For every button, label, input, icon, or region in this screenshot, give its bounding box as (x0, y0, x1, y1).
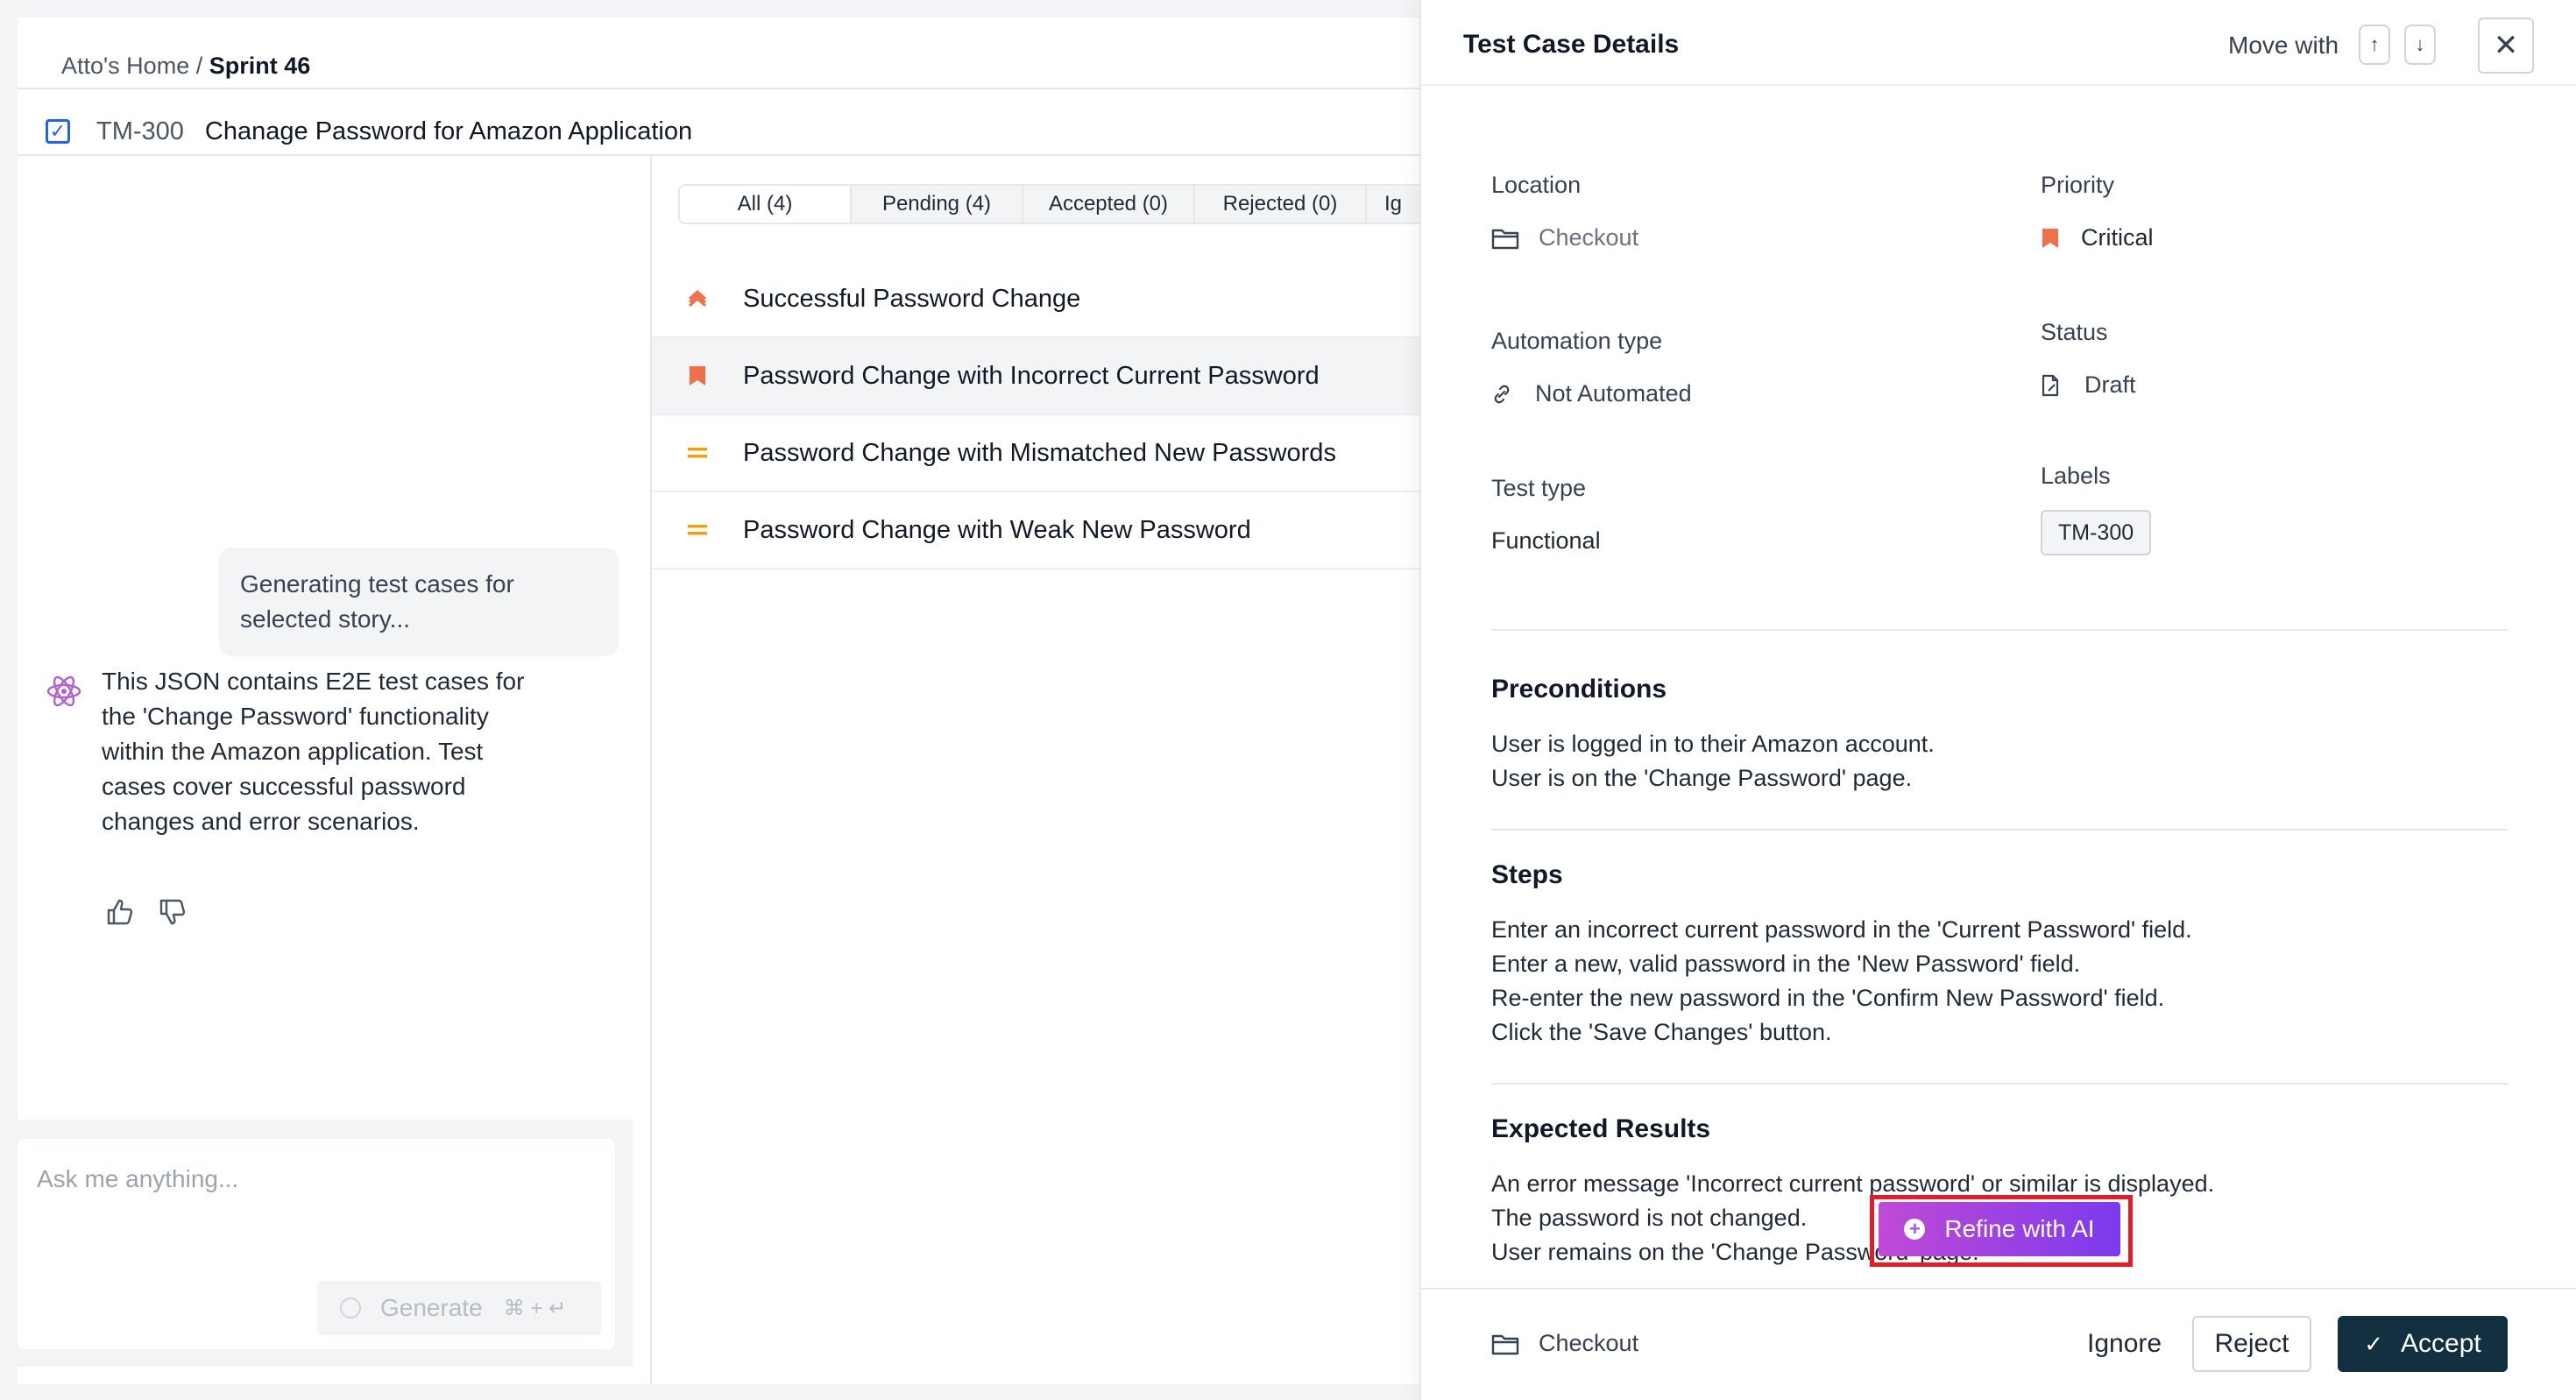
footer-location[interactable]: Checkout (1491, 1330, 1638, 1357)
location-label: Location (1491, 172, 1582, 198)
move-up-button[interactable]: ↑ (2359, 25, 2390, 65)
test-case-details-panel: Test Case Details Move with ↑ ↓ ✕ Locati… (1419, 0, 2576, 1400)
story-row: ✓ TM-300 Chanage Password for Amazon App… (46, 105, 692, 158)
bookmark-icon (685, 364, 710, 388)
section-divider (1491, 629, 2508, 631)
status-tabs: All (4) Pending (4) Accepted (0) Rejecte… (678, 184, 1439, 224)
step-line: Re-enter the new password in the 'Confir… (1491, 985, 2165, 1011)
panel-header-divider (1421, 84, 2576, 86)
precondition-line: User is on the 'Change Password' page. (1491, 765, 1913, 791)
test-type-value[interactable]: Functional (1491, 527, 1601, 555)
generate-icon (340, 1297, 361, 1319)
breadcrumb-separator: / (195, 53, 203, 79)
double-chevron-up-icon (685, 286, 710, 311)
precondition-line: User is logged in to their Amazon accoun… (1491, 731, 1935, 757)
accept-button[interactable]: ✓ Accept (2338, 1316, 2508, 1372)
test-case-title: Password Change with Mismatched New Pass… (743, 438, 1336, 467)
location-value[interactable]: Checkout (1491, 224, 1638, 251)
automation-type-text: Not Automated (1535, 380, 1692, 407)
automation-type-label: Automation type (1491, 328, 1663, 354)
bookmark-icon (2041, 226, 2062, 251)
generate-shortcut: ⌘ + ↵ (503, 1296, 567, 1320)
close-button[interactable]: ✕ (2478, 18, 2534, 74)
folder-icon (1491, 1332, 1519, 1356)
equals-icon (685, 441, 710, 465)
section-divider (1491, 829, 2508, 831)
footer-location-text: Checkout (1539, 1330, 1639, 1356)
ai-atom-icon (46, 675, 81, 707)
breadcrumb-current[interactable]: Sprint 46 (209, 53, 311, 79)
generate-button[interactable]: Generate ⌘ + ↵ (317, 1281, 601, 1335)
thumbs-down-icon[interactable] (158, 897, 188, 927)
step-line: Click the 'Save Changes' button. (1491, 1019, 1832, 1045)
thumbs-up-icon[interactable] (105, 897, 135, 927)
tab-all[interactable]: All (4) (680, 186, 852, 223)
status-text: Draft (2084, 371, 2136, 398)
chat-input-box[interactable]: Generate ⌘ + ↵ (18, 1139, 615, 1349)
location-text: Checkout (1539, 224, 1639, 251)
test-case-row[interactable]: Password Change with Mismatched New Pass… (652, 415, 1419, 492)
check-icon: ✓ (2364, 1330, 2384, 1357)
automation-type-value[interactable]: Not Automated (1491, 380, 1692, 407)
move-with-label: Move with (2228, 32, 2339, 59)
generate-label: Generate (380, 1294, 483, 1321)
folder-icon (1491, 226, 1519, 251)
move-down-button[interactable]: ↓ (2404, 25, 2436, 65)
steps-body: Enter an incorrect current password in t… (1491, 913, 2192, 1050)
priority-label: Priority (2041, 172, 2115, 198)
plus-circle-icon: + (1904, 1218, 1926, 1240)
test-case-row[interactable]: Password Change with Weak New Password (652, 492, 1419, 569)
chat-input[interactable] (37, 1165, 598, 1193)
chat-input-area: Generate ⌘ + ↵ (0, 1120, 633, 1367)
priority-text: Critical (2081, 224, 2154, 251)
arrow-up-icon: ↑ (2369, 33, 2380, 55)
tab-pending[interactable]: Pending (4) (852, 186, 1023, 223)
close-icon: ✕ (2493, 29, 2519, 62)
breadcrumb-divider (18, 88, 1419, 89)
story-checkbox-icon: ✓ (46, 119, 70, 144)
steps-title: Steps (1491, 860, 1563, 889)
test-case-title: Password Change with Weak New Password (743, 515, 1251, 544)
step-line: Enter an incorrect current password in t… (1491, 916, 2192, 943)
priority-value[interactable]: Critical (2041, 224, 2154, 251)
expected-results-title: Expected Results (1491, 1114, 1711, 1143)
breadcrumb-home[interactable]: Atto's Home (61, 53, 189, 79)
ignore-button[interactable]: Ignore (2078, 1316, 2170, 1372)
refine-with-ai-button[interactable]: + Refine with AI (1879, 1202, 2120, 1256)
tab-rejected[interactable]: Rejected (0) (1195, 186, 1367, 223)
test-case-title: Successful Password Change (743, 284, 1081, 313)
step-line: Enter a new, valid password in the 'New … (1491, 951, 2081, 977)
test-type-label: Test type (1491, 475, 1587, 501)
labels-label: Labels (2041, 463, 2111, 489)
preconditions-title: Preconditions (1491, 675, 1667, 704)
tab-accepted[interactable]: Accepted (0) (1023, 186, 1195, 223)
story-title: Chanage Password for Amazon Application (204, 117, 693, 145)
panel-title: Test Case Details (1463, 30, 1680, 59)
footer-divider (1421, 1288, 2576, 1290)
equals-icon (685, 518, 710, 542)
user-message-bubble: Generating test cases for selected story… (219, 548, 619, 656)
preconditions-body: User is logged in to their Amazon accoun… (1491, 727, 1935, 795)
story-key[interactable]: TM-300 (96, 117, 184, 146)
reject-button[interactable]: Reject (2192, 1316, 2311, 1372)
label-chip[interactable]: TM-300 (2041, 510, 2152, 555)
ai-message: This JSON contains E2E test cases for th… (102, 668, 525, 835)
arrow-down-icon: ↓ (2415, 33, 2425, 55)
accept-label: Accept (2401, 1329, 2481, 1358)
test-case-list: Successful Password Change Password Chan… (652, 261, 1419, 569)
test-case-row-selected[interactable]: Password Change with Incorrect Current P… (652, 338, 1419, 415)
breadcrumb: Atto's Home / Sprint 46 (61, 53, 310, 80)
test-case-title: Password Change with Incorrect Current P… (743, 361, 1320, 390)
section-divider (1491, 1083, 2508, 1085)
refine-label: Refine with AI (1944, 1215, 2095, 1242)
unlink-icon (1491, 382, 1516, 407)
draft-document-icon (2041, 373, 2065, 398)
status-value[interactable]: Draft (2041, 371, 2136, 399)
test-case-row[interactable]: Successful Password Change (652, 261, 1419, 338)
status-label: Status (2041, 319, 2108, 345)
